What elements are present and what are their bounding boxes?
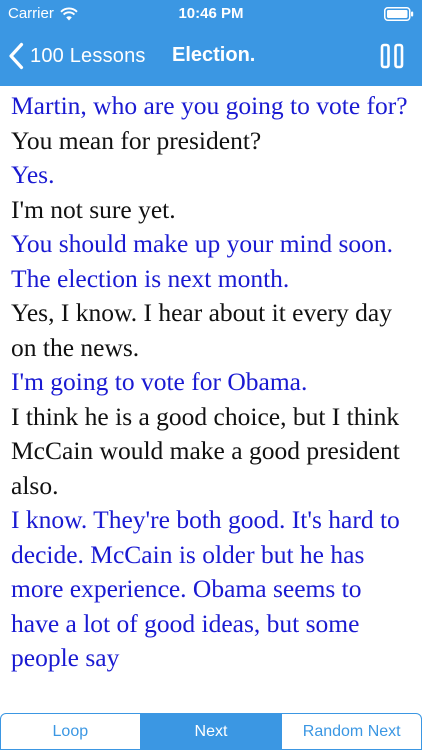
status-bar: Carrier 10:46 PM <box>0 0 422 28</box>
dialogue-line: Yes, I know. I hear about it every day o… <box>11 298 392 362</box>
clock-time: 10:46 PM <box>178 5 244 22</box>
back-button[interactable]: 100 Lessons <box>8 40 146 72</box>
bottom-toolbar: Loop Next Random Next <box>0 713 422 750</box>
next-button[interactable]: Next <box>140 713 282 750</box>
dialogue-line: I know. They're both good. It's hard to … <box>11 505 400 672</box>
page-title: Election. <box>172 44 256 66</box>
dialogue-line: You mean for president? <box>11 125 262 155</box>
random-next-button[interactable]: Random Next <box>281 713 422 750</box>
battery-icon <box>384 7 414 21</box>
navigation-bar: 100 Lessons Election. <box>0 28 422 86</box>
dialogue-line: I'm not sure yet. <box>11 194 176 224</box>
pause-icon[interactable] <box>378 42 406 70</box>
dialogue-line: Martin, who are you going to vote for? <box>11 91 408 120</box>
lesson-dialogue: Martin, who are you going to vote for? Yo… <box>0 86 422 712</box>
dialogue-line: You should make up your mind soon. The e… <box>11 229 394 293</box>
loop-button[interactable]: Loop <box>0 713 141 750</box>
dialogue-line: Yes. <box>11 160 55 189</box>
dialogue-line: I think he is a good choice, but I think… <box>11 401 400 500</box>
back-button-label: 100 Lessons <box>30 44 146 67</box>
dialogue-line: I'm going to vote for Obama. <box>11 367 308 396</box>
chevron-left-icon <box>9 42 24 70</box>
